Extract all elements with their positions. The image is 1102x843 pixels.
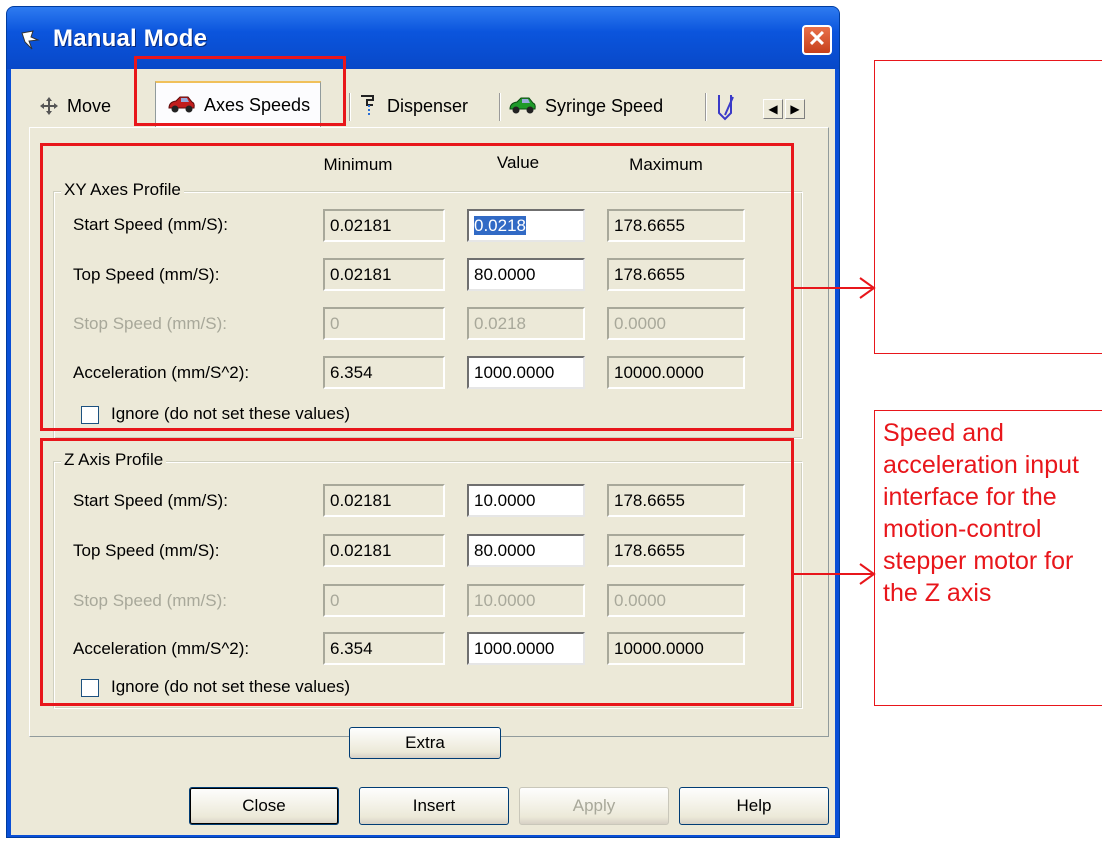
tab-separator — [349, 93, 351, 121]
dispenser-icon — [361, 95, 374, 115]
z-annotation-note: Speed and acceleration input interface f… — [874, 410, 1102, 706]
tab-syringe-speed[interactable]: Syringe Speed — [507, 87, 663, 125]
window-title: Manual Mode — [53, 25, 208, 52]
down-arrow-tab-icon[interactable] — [715, 93, 737, 121]
app-icon — [21, 30, 40, 50]
close-button[interactable]: Close — [189, 787, 339, 825]
tab-move-label: Move — [67, 95, 112, 116]
annotation-arrows — [794, 277, 876, 585]
extra-button[interactable]: Extra — [349, 727, 501, 759]
tab-scroll-left-button[interactable]: ◀ — [763, 99, 783, 119]
xy-annotation-box — [874, 60, 1102, 354]
tab-dispenser[interactable]: Dispenser — [357, 87, 468, 125]
z-profile-highlight — [40, 438, 794, 706]
xy-profile-highlight — [40, 143, 794, 431]
move-arrows-icon — [40, 97, 58, 115]
tab-separator — [499, 93, 501, 121]
close-window-button[interactable]: ✕ — [802, 25, 832, 55]
tab-separator — [705, 93, 707, 121]
help-button[interactable]: Help — [679, 787, 829, 825]
tab-scroll-right-button[interactable]: ▶ — [785, 99, 805, 119]
insert-button[interactable]: Insert — [359, 787, 509, 825]
apply-button: Apply — [519, 787, 669, 825]
title-bar[interactable]: Manual Mode ✕ — [7, 7, 839, 69]
axes-speeds-tab-highlight — [134, 56, 346, 126]
tab-dispenser-label: Dispenser — [387, 95, 469, 116]
tab-move[interactable]: Move — [39, 87, 111, 125]
tab-syringe-speed-label: Syringe Speed — [545, 95, 664, 116]
green-car-icon — [509, 97, 536, 114]
